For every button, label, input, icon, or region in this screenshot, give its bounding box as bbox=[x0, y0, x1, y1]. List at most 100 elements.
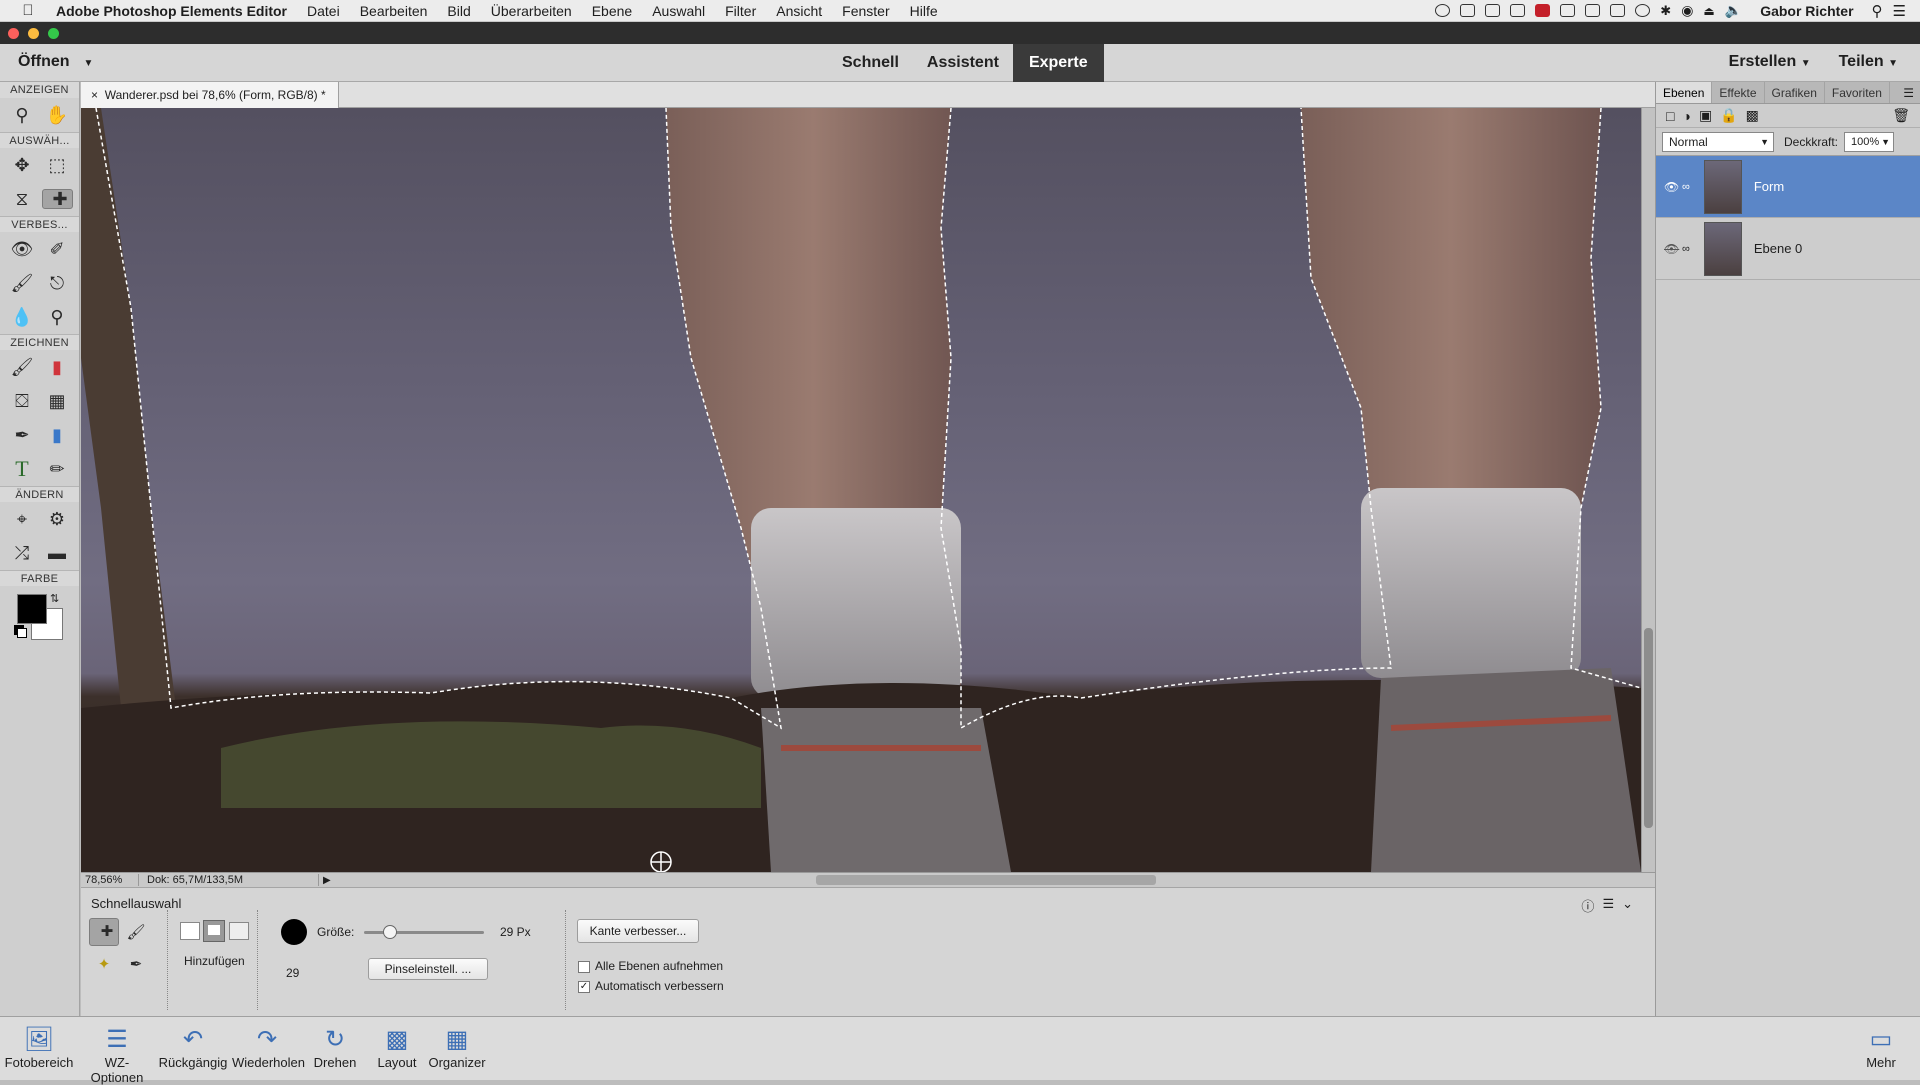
healing-brush-tool-icon[interactable]: ✐ bbox=[42, 234, 73, 264]
lock-all-icon[interactable]: 🔒 bbox=[1720, 107, 1737, 124]
adjustment-layer-icon[interactable]: ◑ bbox=[1682, 108, 1690, 124]
new-layer-icon[interactable]: □ bbox=[1666, 108, 1674, 124]
visibility-hidden-eye-icon[interactable]: 👁 bbox=[1664, 242, 1682, 256]
options-menu-icon[interactable]: ☰ bbox=[1602, 896, 1614, 915]
tab-graphics[interactable]: Grafiken bbox=[1765, 82, 1825, 103]
pencil-tool-icon[interactable]: ✏ bbox=[42, 454, 73, 484]
recompose-tool-icon[interactable]: ⚙ bbox=[42, 504, 73, 534]
brush-tool-icon[interactable]: 🖌 bbox=[7, 352, 38, 382]
blend-mode-select[interactable]: Normal ▼ bbox=[1662, 131, 1774, 152]
size-slider-knob[interactable] bbox=[383, 925, 398, 939]
mode-tab-expert[interactable]: Experte bbox=[1012, 44, 1104, 82]
vertical-scrollbar[interactable] bbox=[1641, 108, 1655, 872]
quick-selection-option-icon[interactable]: ✚ bbox=[89, 918, 119, 946]
menu-ebene[interactable]: Ebene bbox=[582, 3, 642, 19]
clone-stamp-tool-icon[interactable]: ⎋ bbox=[42, 268, 73, 298]
layer-row-form[interactable]: 👁 ∞ Form bbox=[1656, 156, 1920, 218]
sample-all-layers-checkbox[interactable] bbox=[578, 961, 590, 973]
forward-icon[interactable] bbox=[1585, 4, 1601, 17]
paint-bucket-tool-icon[interactable]: ⛋ bbox=[7, 386, 38, 416]
swap-colors-icon[interactable]: ⇅ bbox=[50, 592, 59, 605]
user-name[interactable]: Gabor Richter bbox=[1760, 3, 1853, 19]
minimize-window-icon[interactable] bbox=[28, 28, 39, 39]
app-name-menu[interactable]: Adobe Photoshop Elements Editor bbox=[56, 3, 287, 19]
spotlight-search-icon[interactable]: ⚲ bbox=[1872, 2, 1883, 20]
subtract-from-selection-icon[interactable] bbox=[229, 922, 249, 940]
type-tool-icon[interactable]: T bbox=[7, 454, 38, 484]
lasso-tool-icon[interactable]: ⧖ bbox=[7, 184, 38, 214]
rotate-button[interactable]: ↻ Drehen bbox=[300, 1025, 370, 1070]
tab-favorites[interactable]: Favoriten bbox=[1825, 82, 1890, 103]
size-slider-track[interactable] bbox=[364, 925, 484, 939]
menu-ueberarbeiten[interactable]: Überarbeiten bbox=[481, 3, 582, 19]
content-aware-move-tool-icon[interactable]: ⤮ bbox=[7, 538, 38, 568]
menu-hilfe[interactable]: Hilfe bbox=[900, 3, 948, 19]
wifi-icon[interactable]: ◉ bbox=[1681, 2, 1693, 19]
move-tool-icon[interactable]: ✥ bbox=[7, 150, 38, 180]
eyedropper-tool-icon[interactable]: ✒ bbox=[7, 420, 38, 450]
share-button[interactable]: Teilen ▼ bbox=[1839, 53, 1898, 71]
cloud-icon[interactable] bbox=[1485, 4, 1501, 17]
menu-bearbeiten[interactable]: Bearbeiten bbox=[350, 3, 438, 19]
marquee-tool-icon[interactable]: ⬚ bbox=[42, 150, 73, 180]
blur-tool-icon[interactable]: 💧 bbox=[7, 302, 38, 332]
open-button[interactable]: Öffnen ▼ bbox=[18, 53, 93, 71]
record-icon[interactable] bbox=[1435, 4, 1451, 17]
auto-enhance-checkbox[interactable]: ✓ bbox=[578, 981, 590, 993]
horizontal-scroll-thumb[interactable] bbox=[816, 875, 1156, 885]
organizer-button[interactable]: ▦ Organizer bbox=[422, 1025, 492, 1070]
visibility-eye-icon[interactable]: 👁 bbox=[1664, 180, 1682, 194]
vertical-scroll-thumb[interactable] bbox=[1644, 628, 1653, 828]
shape-tool-icon[interactable]: ▮ bbox=[42, 420, 73, 450]
quick-selection-tool-icon[interactable]: ✚ bbox=[41, 189, 73, 209]
delete-layer-icon[interactable]: 🗑 bbox=[1892, 107, 1910, 124]
bluetooth-icon[interactable]: ✱ bbox=[1660, 3, 1671, 19]
close-window-icon[interactable] bbox=[8, 28, 19, 39]
evernote-icon[interactable] bbox=[1510, 4, 1526, 17]
crop-tool-icon[interactable]: ⌖ bbox=[7, 504, 38, 534]
mode-tab-quick[interactable]: Schnell bbox=[828, 44, 913, 82]
menu-bild[interactable]: Bild bbox=[437, 3, 480, 19]
add-to-selection-icon[interactable] bbox=[203, 920, 225, 942]
apple-menu-icon[interactable]:  bbox=[14, 2, 42, 19]
tab-layers[interactable]: Ebenen bbox=[1656, 82, 1713, 103]
brush-preview[interactable] bbox=[281, 919, 307, 945]
screen-icon[interactable] bbox=[1460, 4, 1476, 17]
create-button[interactable]: Erstellen ▼ bbox=[1729, 53, 1811, 71]
layer-mask-icon[interactable]: ▣ bbox=[1699, 107, 1712, 124]
time-machine-icon[interactable] bbox=[1635, 4, 1651, 17]
zoom-window-icon[interactable] bbox=[48, 28, 59, 39]
refine-edge-button[interactable]: Kante verbesser... bbox=[577, 919, 699, 943]
status-menu-arrow-icon[interactable]: ▶ bbox=[319, 875, 331, 886]
help-icon[interactable]: ⓘ bbox=[1581, 896, 1594, 915]
zoom-level[interactable]: 78,56% bbox=[81, 874, 139, 886]
mode-tab-guided[interactable]: Assistent bbox=[913, 44, 1013, 82]
hand-tool-icon[interactable]: ✋ bbox=[42, 100, 73, 130]
refine-brush-option-icon[interactable]: ✒ bbox=[121, 950, 151, 978]
menu-ansicht[interactable]: Ansicht bbox=[766, 3, 832, 19]
menu-auswahl[interactable]: Auswahl bbox=[642, 3, 715, 19]
display-icon[interactable] bbox=[1610, 4, 1626, 17]
layer-row-ebene-0[interactable]: 👁 ∞ Ebene 0 bbox=[1656, 218, 1920, 280]
brush-settings-button[interactable]: Pinseleinstell. ... bbox=[368, 958, 488, 980]
new-selection-icon[interactable] bbox=[180, 922, 200, 940]
menu-datei[interactable]: Datei bbox=[297, 3, 350, 19]
link-icon[interactable]: ∞ bbox=[1682, 181, 1690, 193]
straighten-tool-icon[interactable]: ▬ bbox=[42, 538, 73, 568]
undo-button[interactable]: ↶ Rückgängig bbox=[158, 1025, 228, 1070]
menu-filter[interactable]: Filter bbox=[715, 3, 766, 19]
tab-effects[interactable]: Effekte bbox=[1712, 82, 1765, 103]
smart-brush-tool-icon[interactable]: 🖌 bbox=[7, 268, 38, 298]
menu-fenster[interactable]: Fenster bbox=[832, 3, 899, 19]
document-tab[interactable]: × Wanderer.psd bei 78,6% (Form, RGB/8) * bbox=[81, 82, 339, 108]
default-colors-icon[interactable] bbox=[17, 628, 27, 638]
eraser-tool-icon[interactable]: ▮ bbox=[42, 352, 73, 382]
collapse-options-icon[interactable]: ⌄ bbox=[1622, 896, 1633, 915]
link-icon[interactable]: ∞ bbox=[1682, 243, 1690, 255]
magic-wand-option-icon[interactable]: ✦ bbox=[89, 950, 119, 978]
panel-menu-icon[interactable]: ☰ bbox=[1897, 82, 1920, 103]
redo-button[interactable]: ↷ Wiederholen bbox=[232, 1025, 305, 1070]
volume-icon[interactable]: 🔈 bbox=[1725, 2, 1742, 19]
eject-icon[interactable]: ⏏ bbox=[1703, 4, 1714, 18]
opacity-field[interactable]: 100% ▼ bbox=[1844, 131, 1895, 152]
